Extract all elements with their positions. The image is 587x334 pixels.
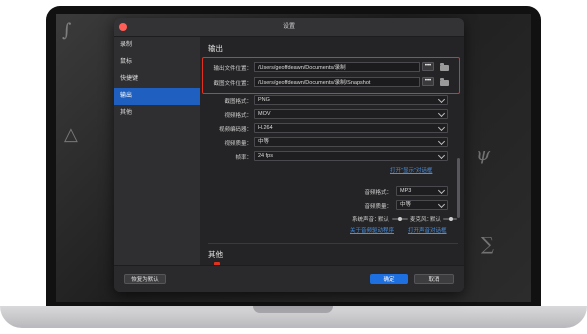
output-section-title: 输出: [208, 44, 223, 53]
section-divider: [208, 243, 458, 244]
other-section-title: 其他: [208, 250, 223, 259]
audio-format-label: 音频格式：: [364, 190, 392, 196]
chalkboard-decoration: ∫: [62, 20, 72, 41]
snapshot-folder-field[interactable]: /Users/geoffdeawn/Documents/录制/Snapshot: [254, 77, 420, 87]
snapshot-folder-browse-button[interactable]: •••: [422, 77, 434, 86]
dialog-footer: 恢复为默认 确定 取消: [114, 265, 464, 292]
video-codec-label: 视频编码器：: [218, 127, 252, 133]
microphone-slider[interactable]: [443, 217, 457, 221]
window-title: 设置: [282, 24, 295, 30]
open-sound-dialog-link[interactable]: 打开声音对话框: [408, 226, 447, 234]
laptop-frame: ∫ △ ψ ∑ 设置 录制 鼠标 快捷键 输出 其他 输出 输出文件位置： /U…: [0, 0, 587, 334]
microphone-label: 麦克风：: [410, 217, 433, 223]
snapshot-folder-icon[interactable]: [440, 78, 449, 86]
ok-button[interactable]: 确定: [370, 274, 408, 284]
show-dialog-link[interactable]: 打开"显示"对话框: [390, 166, 432, 174]
sidebar-item-other[interactable]: 其他: [114, 105, 200, 122]
audio-quality-select[interactable]: 中等: [396, 200, 448, 210]
chalkboard-decoration: ψ: [476, 144, 491, 165]
frame-rate-value: 24 fps: [258, 153, 273, 159]
video-quality-label: 视频质量：: [224, 141, 252, 147]
system-sound-value: 默认: [378, 217, 390, 223]
sidebar-item-record[interactable]: 录制: [114, 37, 200, 54]
sidebar-item-output[interactable]: 输出: [114, 88, 200, 105]
sidebar-item-mouse[interactable]: 鼠标: [114, 54, 200, 71]
audio-quality-label: 音频质量：: [364, 204, 392, 210]
output-folder-browse-button[interactable]: •••: [422, 62, 434, 71]
sidebar-item-shortcuts[interactable]: 快捷键: [114, 71, 200, 88]
title-bar: 设置: [114, 18, 464, 37]
chalkboard-decoration: △: [64, 124, 78, 145]
chevron-down-icon: [437, 137, 446, 146]
chevron-down-icon: [437, 186, 446, 195]
frame-rate-label: 帧率：: [235, 155, 252, 161]
slider-knob[interactable]: [449, 217, 453, 221]
cancel-button[interactable]: 取消: [414, 274, 454, 284]
audio-format-select[interactable]: MP3: [396, 186, 448, 196]
snapshot-folder-label: 截图文件位置：: [213, 81, 252, 87]
chevron-down-icon: [437, 200, 446, 209]
video-format-value: MOV: [258, 111, 271, 117]
chevron-down-icon: [437, 109, 446, 118]
video-quality-value: 中等: [258, 139, 270, 145]
chevron-down-icon: [437, 123, 446, 132]
content-scrollbar[interactable]: [457, 158, 460, 218]
screenshot-format-label: 截图格式：: [224, 99, 252, 105]
output-folder-icon[interactable]: [440, 63, 449, 71]
chevron-down-icon: [437, 151, 446, 160]
chalkboard-decoration: ∑: [481, 234, 494, 255]
output-folder-field[interactable]: /Users/geoffdeawn/Documents/录制: [254, 62, 420, 72]
video-quality-select[interactable]: 中等: [254, 137, 448, 147]
video-format-label: 视频格式：: [224, 113, 252, 119]
settings-sidebar: 录制 鼠标 快捷键 输出 其他: [114, 37, 200, 265]
system-sound-label: 系统声音：: [352, 217, 380, 223]
screenshot-format-select[interactable]: PNG: [254, 95, 448, 105]
screenshot-format-value: PNG: [258, 97, 270, 103]
slider-knob[interactable]: [398, 217, 402, 221]
chevron-down-icon: [437, 95, 446, 104]
audio-format-value: MP3: [400, 188, 412, 194]
video-format-select[interactable]: MOV: [254, 109, 448, 119]
video-codec-select[interactable]: H.264: [254, 123, 448, 133]
settings-content: 输出 输出文件位置： /Users/geoffdeawn/Documents/录…: [200, 37, 464, 265]
system-sound-slider[interactable]: [392, 217, 408, 221]
frame-rate-select[interactable]: 24 fps: [254, 151, 448, 161]
laptop-notch: [253, 306, 333, 313]
output-folder-label: 输出文件位置：: [213, 66, 252, 72]
audio-quality-value: 中等: [400, 202, 412, 208]
reset-defaults-button[interactable]: 恢复为默认: [124, 274, 166, 284]
microphone-value: 默认: [430, 217, 442, 223]
audio-driver-link[interactable]: 关于音频驱动程序: [350, 226, 394, 234]
settings-window: 设置 录制 鼠标 快捷键 输出 其他 输出 输出文件位置： /Users/geo…: [114, 18, 464, 292]
video-codec-value: H.264: [258, 125, 273, 131]
